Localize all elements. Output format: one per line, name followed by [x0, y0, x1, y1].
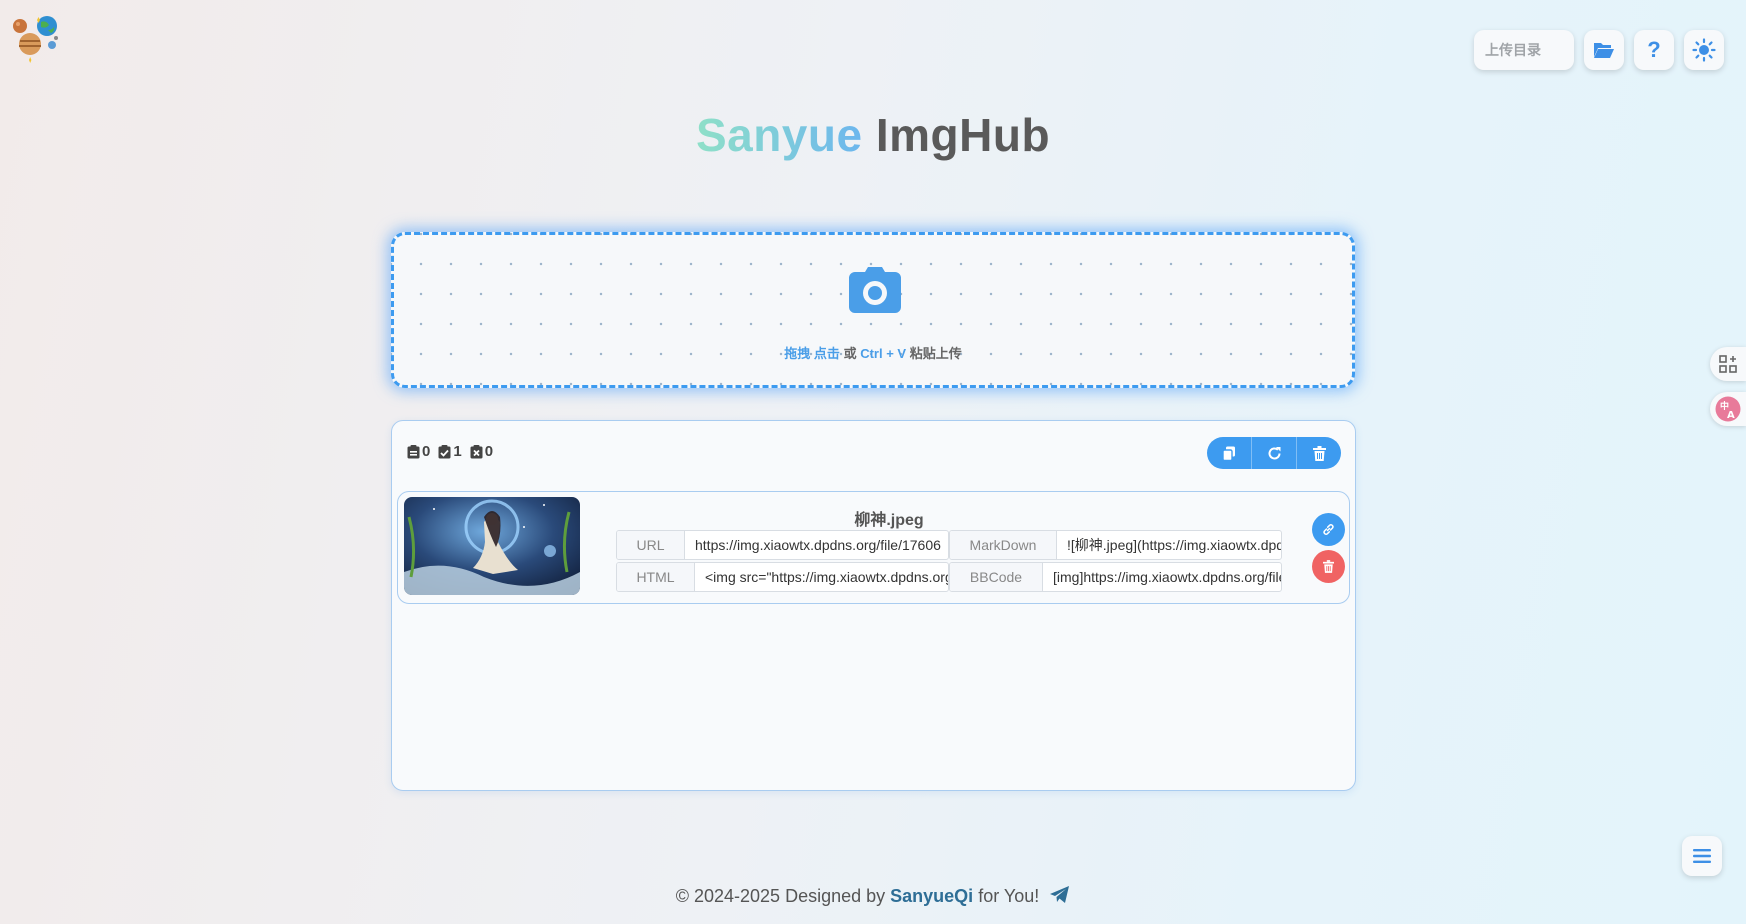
- url-field[interactable]: URL https://img.xiaowtx.dpdns.org/file/1…: [616, 530, 949, 560]
- hamburger-menu-icon: [1693, 849, 1711, 863]
- stat-pending: 0: [407, 443, 430, 460]
- clipboard-x-icon: [470, 444, 483, 458]
- qr-add-icon: [1719, 355, 1737, 373]
- delete-file-button[interactable]: [1312, 550, 1345, 583]
- refresh-icon: [1268, 446, 1280, 459]
- link-icon: [1323, 524, 1334, 535]
- telegram-icon[interactable]: [1050, 886, 1070, 904]
- file-thumbnail[interactable]: [404, 497, 580, 595]
- translate-button[interactable]: 中 A: [1710, 392, 1746, 426]
- clipboard-icon: [407, 444, 420, 458]
- markdown-field[interactable]: MarkDown ![柳神.jpeg](https://img.xiaowtx.…: [949, 530, 1282, 560]
- footer-suffix: for You!: [978, 886, 1040, 906]
- file-name: 柳神.jpeg: [854, 512, 924, 529]
- help-button[interactable]: ?: [1634, 30, 1674, 70]
- upload-directory-input[interactable]: [1474, 30, 1574, 70]
- page-title: Sanyue ImgHub: [0, 108, 1746, 162]
- html-value[interactable]: <img src="https://img.xiaowtx.dpdns.org: [695, 563, 948, 591]
- stat-failed-count: 0: [484, 443, 494, 460]
- stat-success-count: 1: [453, 443, 462, 460]
- batch-actions: [1207, 437, 1341, 469]
- clear-all-button[interactable]: [1296, 437, 1341, 469]
- menu-button[interactable]: [1682, 836, 1722, 876]
- hint-shortcut: Ctrl + V: [860, 346, 907, 361]
- upload-stats: 0 1 0: [407, 443, 493, 460]
- html-label: HTML: [617, 563, 695, 591]
- bbcode-label: BBCode: [950, 563, 1043, 591]
- question-icon: ?: [1647, 37, 1661, 62]
- hint-paste: 粘贴上传: [909, 346, 962, 361]
- markdown-label: MarkDown: [950, 531, 1057, 559]
- theme-toggle-button[interactable]: [1684, 30, 1724, 70]
- upload-hint: 拖拽 点击 或 Ctrl + V 粘贴上传: [394, 343, 1352, 362]
- hint-or: 或: [843, 346, 857, 361]
- stat-pending-count: 0: [422, 443, 431, 460]
- camera-icon: [849, 267, 901, 313]
- url-label: URL: [617, 531, 685, 559]
- html-field[interactable]: HTML <img src="https://img.xiaowtx.dpdns…: [616, 562, 949, 592]
- trash-icon: [1312, 445, 1326, 461]
- stat-success: 1: [438, 443, 462, 460]
- bbcode-field[interactable]: BBCode [img]https://img.xiaowtx.dpdns.or…: [949, 562, 1282, 592]
- bbcode-value[interactable]: [img]https://img.xiaowtx.dpdns.org/file: [1043, 563, 1281, 591]
- footer-prefix: © 2024-2025 Designed by: [675, 886, 886, 906]
- copy-icon: [1222, 446, 1235, 461]
- folder-open-icon: [1594, 43, 1614, 58]
- clipboard-check-icon: [438, 444, 451, 458]
- stat-failed: 0: [470, 443, 493, 460]
- hint-click: 点击: [813, 346, 840, 361]
- translate-icon: 中 A: [1715, 396, 1741, 422]
- footer: © 2024-2025 Designed by SanyueQi for You…: [0, 886, 1746, 907]
- svg-text:A: A: [1727, 410, 1735, 421]
- retry-button[interactable]: [1251, 437, 1296, 469]
- markdown-value[interactable]: ![柳神.jpeg](https://img.xiaowtx.dpdns: [1057, 531, 1281, 559]
- title-sanyue: Sanyue: [695, 109, 863, 161]
- upload-dropzone[interactable]: 拖拽 点击 或 Ctrl + V 粘贴上传: [391, 232, 1355, 388]
- footer-author-link[interactable]: SanyueQi: [890, 886, 973, 906]
- sun-icon: [1692, 38, 1716, 62]
- folder-button[interactable]: [1584, 30, 1624, 70]
- uploaded-file-card: 柳神.jpeg URL https://img.xiaowtx.dpdns.or…: [397, 491, 1350, 604]
- qr-code-button[interactable]: [1710, 347, 1746, 381]
- link-row-1: URL https://img.xiaowtx.dpdns.org/file/1…: [616, 530, 1282, 560]
- title-imghub: ImgHub: [875, 109, 1051, 161]
- copy-all-button[interactable]: [1207, 437, 1251, 469]
- upload-results-panel: 0 1 0 柳神.jpeg URL https://img.xiaowtx.dp…: [391, 420, 1356, 791]
- top-controls: ?: [1474, 30, 1724, 70]
- link-row-2: HTML <img src="https://img.xiaowtx.dpdns…: [616, 562, 1282, 592]
- url-value[interactable]: https://img.xiaowtx.dpdns.org/file/17606: [685, 531, 948, 559]
- hint-drag: 拖拽: [784, 346, 811, 361]
- trash-icon: [1323, 560, 1334, 573]
- copy-link-button[interactable]: [1312, 513, 1345, 546]
- logo-planets-icon: [13, 16, 58, 63]
